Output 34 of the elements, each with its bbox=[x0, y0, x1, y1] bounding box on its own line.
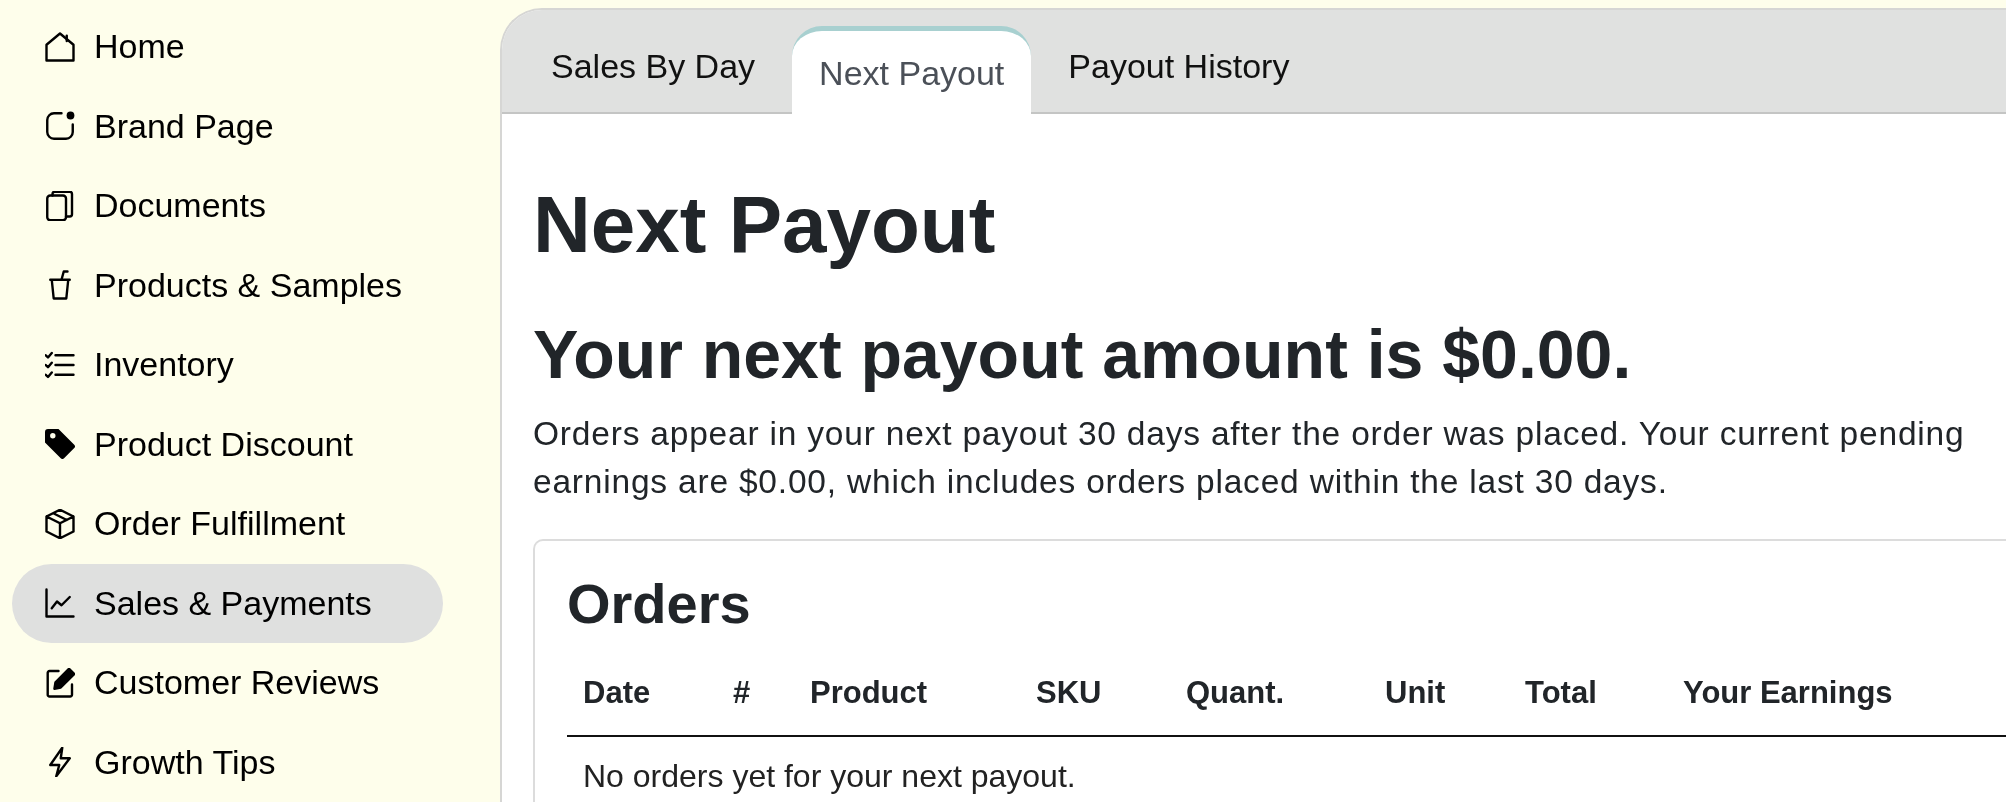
sidebar-item[interactable]: Growth Tips bbox=[12, 722, 443, 802]
tab[interactable]: Sales By Day bbox=[514, 28, 793, 114]
page-title: Next Payout bbox=[533, 179, 997, 271]
sidebar-item[interactable]: Documents bbox=[12, 166, 443, 246]
column-header: Your Earnings bbox=[1682, 674, 1894, 712]
column-header: Date bbox=[582, 674, 652, 712]
sidebar-item[interactable]: Sales & Payments bbox=[12, 563, 443, 643]
sidebar-item[interactable]: Inventory bbox=[12, 325, 443, 405]
sidebar-item[interactable]: Home bbox=[12, 7, 443, 87]
pencil-square-icon bbox=[45, 667, 75, 698]
column-header: Unit bbox=[1384, 674, 1447, 712]
payout-summary: Your next payout amount is $0.00. bbox=[533, 315, 1633, 394]
sidebar-item[interactable]: Customer Reviews bbox=[12, 643, 443, 723]
column-header: SKU bbox=[1035, 674, 1103, 712]
house-icon bbox=[45, 31, 75, 62]
tag-icon bbox=[45, 429, 75, 460]
payout-note: Orders appear in your next payout 30 days after the order was placed. Your current pending earnings are $0.00, which includes orders placed within the last 30 days. bbox=[533, 414, 1966, 502]
sidebar-item[interactable]: Brand Page bbox=[12, 86, 443, 166]
cube-icon bbox=[45, 508, 75, 539]
column-header: Total bbox=[1524, 674, 1598, 712]
column-header: Quant. bbox=[1185, 674, 1286, 712]
sidebar-item[interactable]: Products & Samples bbox=[12, 245, 443, 325]
empty-message: No orders yet for your next payout. bbox=[582, 757, 1077, 796]
tab[interactable]: Payout History bbox=[1031, 28, 1327, 114]
line-chart-icon bbox=[45, 588, 75, 619]
tab[interactable]: Next Payout bbox=[792, 26, 1032, 114]
documents-icon bbox=[45, 190, 75, 221]
orders-title: Orders bbox=[567, 571, 752, 637]
column-header: Product bbox=[809, 674, 929, 712]
sidebar-item[interactable]: Order Fulfillment bbox=[12, 484, 443, 564]
rounded-square-dot-icon bbox=[45, 111, 75, 142]
column-header: # bbox=[732, 674, 752, 712]
sidebar-item[interactable]: Product Discount bbox=[12, 404, 443, 484]
checklist-icon bbox=[45, 349, 75, 380]
